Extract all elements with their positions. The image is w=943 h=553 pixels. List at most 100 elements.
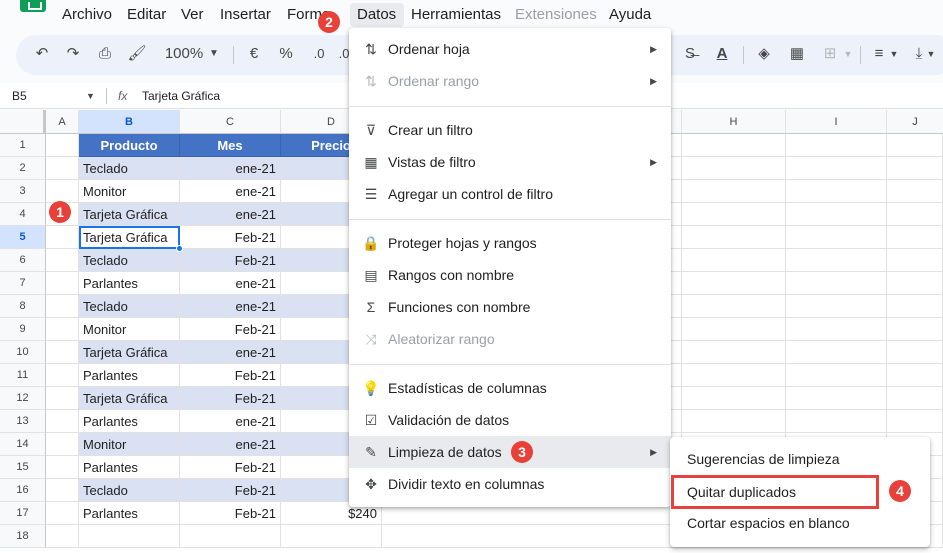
column-header-i[interactable]: I (786, 110, 887, 134)
grid-cell[interactable] (682, 295, 786, 318)
menu-extensiones[interactable]: Extensiones (515, 6, 597, 24)
menu-insertar[interactable]: Insertar (220, 6, 271, 24)
decimal-decrease-button[interactable]: .0 (308, 44, 330, 64)
table-cell-product[interactable]: Monitor (79, 318, 180, 341)
table-cell-month[interactable]: Feb-21 (180, 364, 281, 387)
row-header[interactable]: 15 (0, 456, 46, 479)
strikethrough-icon[interactable]: S̶ (680, 44, 700, 64)
grid-cell[interactable] (682, 134, 786, 157)
grid-cell[interactable] (887, 249, 943, 272)
fill-color-icon[interactable]: ◈ (754, 44, 774, 64)
column-header-b[interactable]: B (79, 110, 180, 134)
menu-item-ordenar-rango[interactable]: ⇅ Ordenar rango ▶ (349, 65, 671, 97)
name-box[interactable]: B5 (12, 89, 27, 103)
merge-cells-icon[interactable]: ⊞ (818, 44, 842, 64)
table-cell-product[interactable]: Tarjeta Gráfica (79, 203, 180, 226)
column-header-h[interactable]: H (682, 110, 786, 134)
grid-cell[interactable] (46, 525, 79, 548)
grid-cell[interactable] (786, 318, 887, 341)
fill-handle[interactable] (176, 245, 183, 252)
table-cell-month[interactable]: Feb-21 (180, 318, 281, 341)
table-cell-product[interactable]: Teclado (79, 295, 180, 318)
row-header[interactable]: 8 (0, 295, 46, 318)
grid-cell[interactable] (46, 157, 79, 180)
row-header[interactable]: 3 (0, 180, 46, 203)
menu-ver[interactable]: Ver (181, 6, 204, 24)
grid-cell[interactable] (887, 410, 943, 433)
table-cell-product[interactable]: Teclado (79, 479, 180, 502)
grid-cell[interactable] (786, 203, 887, 226)
row-header[interactable]: 1 (0, 134, 46, 157)
valign-dropdown-icon[interactable]: ▼ (926, 44, 936, 64)
grid-cell[interactable] (887, 180, 943, 203)
table-cell-product[interactable]: Teclado (79, 157, 180, 180)
grid-cell[interactable] (786, 134, 887, 157)
row-header[interactable]: 4 (0, 203, 46, 226)
grid-cell[interactable] (887, 134, 943, 157)
sheets-logo-icon[interactable] (20, 0, 46, 12)
grid-cell[interactable] (786, 157, 887, 180)
table-header-cell[interactable]: Mes (180, 134, 281, 157)
grid-cell[interactable] (887, 272, 943, 295)
menu-item-limpieza-de-datos[interactable]: ✎ Limpieza de datos ▶ (349, 436, 671, 468)
table-cell-month[interactable]: Feb-21 (180, 502, 281, 525)
table-cell-month[interactable]: Feb-21 (180, 479, 281, 502)
text-color-icon[interactable]: A (712, 44, 732, 64)
grid-cell[interactable] (46, 502, 79, 525)
row-header[interactable]: 6 (0, 249, 46, 272)
row-header[interactable]: 7 (0, 272, 46, 295)
table-cell-month[interactable]: ene-21 (180, 157, 281, 180)
menu-item-ordenar-hoja[interactable]: ⇅ Ordenar hoja ▶ (349, 33, 671, 65)
grid-cell[interactable] (180, 525, 281, 548)
grid-cell[interactable] (682, 249, 786, 272)
column-header-j[interactable]: J (887, 110, 943, 134)
grid-cell[interactable] (46, 387, 79, 410)
grid-cell[interactable] (46, 433, 79, 456)
grid-cell[interactable] (786, 272, 887, 295)
grid-cell[interactable] (682, 410, 786, 433)
table-cell-product[interactable]: Teclado (79, 249, 180, 272)
paint-format-icon[interactable]: 🖌 (127, 44, 147, 64)
table-cell-month[interactable]: Feb-21 (180, 226, 281, 249)
grid-cell[interactable] (786, 295, 887, 318)
table-cell-product[interactable]: Parlantes (79, 364, 180, 387)
menu-item-proteger-hojas-y-rangos[interactable]: 🔒 Proteger hojas y rangos (349, 227, 671, 259)
table-cell-month[interactable]: ene-21 (180, 341, 281, 364)
column-header-a[interactable]: A (46, 110, 79, 134)
menu-editar[interactable]: Editar (127, 6, 166, 24)
grid-cell[interactable] (46, 318, 79, 341)
merge-dropdown-icon[interactable]: ▼ (843, 44, 853, 64)
menu-item-trim-whitespace[interactable]: Cortar espacios en blanco (670, 507, 930, 539)
percent-button[interactable]: % (278, 44, 294, 64)
grid-cell[interactable] (887, 364, 943, 387)
grid-cell[interactable] (682, 387, 786, 410)
table-cell-month[interactable]: ene-21 (180, 433, 281, 456)
grid-cell[interactable] (79, 525, 180, 548)
grid-cell[interactable] (46, 180, 79, 203)
row-header[interactable]: 10 (0, 341, 46, 364)
grid-cell[interactable] (682, 272, 786, 295)
menu-datos[interactable]: Datos (357, 6, 396, 24)
grid-cell[interactable] (46, 410, 79, 433)
table-cell-product[interactable]: Parlantes (79, 502, 180, 525)
table-cell-month[interactable]: Feb-21 (180, 456, 281, 479)
grid-cell[interactable] (46, 249, 79, 272)
table-cell-month[interactable]: Feb-21 (180, 249, 281, 272)
grid-cell[interactable] (887, 318, 943, 341)
table-cell-month[interactable]: Feb-21 (180, 387, 281, 410)
table-cell-month[interactable]: ene-21 (180, 272, 281, 295)
grid-cell[interactable] (786, 226, 887, 249)
grid-cell[interactable] (887, 157, 943, 180)
table-cell-product[interactable]: Monitor (79, 433, 180, 456)
grid-cell[interactable] (281, 525, 382, 548)
grid-cell[interactable] (46, 341, 79, 364)
grid-cell[interactable] (786, 180, 887, 203)
grid-cell[interactable] (46, 272, 79, 295)
grid-cell[interactable] (786, 249, 887, 272)
grid-cell[interactable] (682, 203, 786, 226)
grid-cell[interactable] (887, 341, 943, 364)
align-dropdown-icon[interactable]: ▼ (889, 44, 899, 64)
grid-cell[interactable] (887, 295, 943, 318)
menu-ayuda[interactable]: Ayuda (609, 6, 651, 24)
row-header[interactable]: 2 (0, 157, 46, 180)
